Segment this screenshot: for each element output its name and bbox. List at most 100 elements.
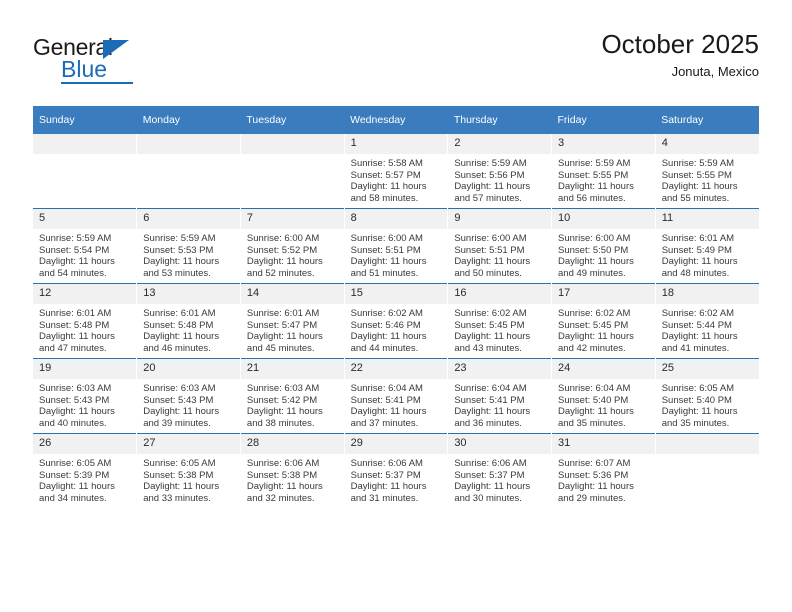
calendar-cell-day-27[interactable]: 27 Sunrise: 6:05 AM Sunset: 5:38 PM Dayligh… bbox=[136, 433, 241, 508]
page-title: October 2025 bbox=[601, 29, 759, 59]
calendar-cell-day-14[interactable]: 14 Sunrise: 6:01 AM Sunset: 5:47 PM Dayligh… bbox=[240, 283, 345, 359]
day-number bbox=[655, 434, 759, 454]
calendar-cell-day-26[interactable]: 26 Sunrise: 6:05 AM Sunset: 5:39 PM Dayligh… bbox=[33, 433, 138, 508]
sunset-text: Sunset: 5:48 PM bbox=[143, 319, 214, 331]
sunset-text: Sunset: 5:49 PM bbox=[661, 244, 732, 256]
calendar-cell-day-9[interactable]: 9 Sunrise: 6:00 AM Sunset: 5:51 PM Daylight… bbox=[447, 208, 553, 284]
sunrise-text: Sunrise: 6:04 AM bbox=[454, 383, 527, 394]
calendar-week-row: 1 Sunrise: 5:58 AM Sunset: 5:57 PM Daylight… bbox=[33, 134, 759, 209]
day-number: 25 bbox=[655, 359, 759, 379]
calendar-cell-day-17[interactable]: 17 Sunrise: 6:02 AM Sunset: 5:45 PM Dayligh… bbox=[551, 283, 656, 359]
sunset-text: Sunset: 5:55 PM bbox=[558, 169, 629, 181]
calendar-cell-day-25[interactable]: 25 Sunrise: 6:05 AM Sunset: 5:40 PM Dayligh… bbox=[655, 358, 759, 434]
sunrise-text: Sunrise: 5:59 AM bbox=[143, 233, 216, 244]
daylight-text: Daylight: 11 hours and 53 minutes. bbox=[143, 256, 220, 279]
day-details: Sunrise: 5:59 AM Sunset: 5:56 PM Daylight:… bbox=[448, 154, 551, 204]
calendar-cell-day-8[interactable]: 8 Sunrise: 6:00 AM Sunset: 5:51 PM Daylight… bbox=[344, 208, 449, 284]
calendar-cell-day-31[interactable]: 31 Sunrise: 6:07 AM Sunset: 5:36 PM Dayligh… bbox=[551, 433, 656, 508]
calendar-cell-day-29[interactable]: 29 Sunrise: 6:06 AM Sunset: 5:37 PM Dayligh… bbox=[344, 433, 449, 508]
calendar-cell-day-4[interactable]: 4 Sunrise: 5:59 AM Sunset: 5:55 PM Daylight… bbox=[655, 134, 759, 209]
calendar-cell-day-10[interactable]: 10 Sunrise: 6:00 AM Sunset: 5:50 PM Dayligh… bbox=[551, 208, 656, 284]
day-details: Sunrise: 6:06 AM Sunset: 5:37 PM Daylight:… bbox=[448, 454, 551, 504]
weekday-saturday: Saturday bbox=[655, 106, 759, 134]
day-details: Sunrise: 6:04 AM Sunset: 5:40 PM Daylight:… bbox=[552, 379, 655, 429]
daylight-text: Daylight: 11 hours and 36 minutes. bbox=[454, 406, 531, 429]
sunrise-text: Sunrise: 6:06 AM bbox=[454, 458, 527, 469]
calendar-cell-day-16[interactable]: 16 Sunrise: 6:02 AM Sunset: 5:45 PM Dayligh… bbox=[447, 283, 553, 359]
day-number: 16 bbox=[448, 284, 552, 304]
daylight-text: Daylight: 11 hours and 41 minutes. bbox=[661, 331, 738, 354]
calendar-cell-day-2[interactable]: 2 Sunrise: 5:59 AM Sunset: 5:56 PM Daylight… bbox=[447, 134, 553, 209]
sunrise-text: Sunrise: 5:58 AM bbox=[350, 158, 423, 169]
sunrise-text: Sunrise: 5:59 AM bbox=[558, 158, 631, 169]
calendar-week-row: 12 Sunrise: 6:01 AM Sunset: 5:48 PM Dayligh… bbox=[33, 283, 759, 359]
day-details: Sunrise: 6:04 AM Sunset: 5:41 PM Daylight:… bbox=[448, 379, 551, 429]
sunset-text: Sunset: 5:45 PM bbox=[454, 319, 525, 331]
sunset-text: Sunset: 5:37 PM bbox=[350, 469, 421, 481]
calendar-cell-day-22[interactable]: 22 Sunrise: 6:04 AM Sunset: 5:41 PM Dayligh… bbox=[344, 358, 449, 434]
sunset-text: Sunset: 5:50 PM bbox=[558, 244, 629, 256]
sunset-text: Sunset: 5:57 PM bbox=[350, 169, 421, 181]
calendar-week-row: 26 Sunrise: 6:05 AM Sunset: 5:39 PM Dayligh… bbox=[33, 433, 759, 508]
calendar-body: 1 Sunrise: 5:58 AM Sunset: 5:57 PM Daylight… bbox=[33, 134, 759, 508]
day-details: Sunrise: 6:01 AM Sunset: 5:48 PM Daylight:… bbox=[33, 304, 136, 354]
calendar-header-row: Sunday Monday Tuesday Wednesday Thursday… bbox=[33, 106, 759, 134]
daylight-text: Daylight: 11 hours and 57 minutes. bbox=[454, 181, 531, 204]
calendar-cell-day-20[interactable]: 20 Sunrise: 6:03 AM Sunset: 5:43 PM Dayligh… bbox=[136, 358, 241, 434]
daylight-text: Daylight: 11 hours and 31 minutes. bbox=[350, 481, 427, 504]
sunset-text: Sunset: 5:45 PM bbox=[558, 319, 629, 331]
sunrise-text: Sunrise: 6:02 AM bbox=[350, 308, 423, 319]
day-details: Sunrise: 5:59 AM Sunset: 5:55 PM Daylight:… bbox=[552, 154, 655, 204]
day-details: Sunrise: 6:01 AM Sunset: 5:48 PM Daylight:… bbox=[137, 304, 240, 354]
calendar-cell-day-18[interactable]: 18 Sunrise: 6:02 AM Sunset: 5:44 PM Dayligh… bbox=[655, 283, 759, 359]
title-block: October 2025 Jonuta, Mexico bbox=[601, 28, 759, 81]
calendar-cell-empty[interactable] bbox=[655, 433, 759, 508]
calendar-cell-day-12[interactable]: 12 Sunrise: 6:01 AM Sunset: 5:48 PM Dayligh… bbox=[33, 283, 138, 359]
calendar-cell-day-3[interactable]: 3 Sunrise: 5:59 AM Sunset: 5:55 PM Daylight… bbox=[551, 134, 656, 209]
daylight-text: Daylight: 11 hours and 30 minutes. bbox=[454, 481, 531, 504]
calendar-cell-day-15[interactable]: 15 Sunrise: 6:02 AM Sunset: 5:46 PM Dayligh… bbox=[344, 283, 449, 359]
sunset-text: Sunset: 5:54 PM bbox=[39, 244, 110, 256]
day-number: 14 bbox=[240, 284, 344, 304]
sunset-text: Sunset: 5:36 PM bbox=[558, 469, 629, 481]
day-number bbox=[33, 134, 137, 154]
daylight-text: Daylight: 11 hours and 47 minutes. bbox=[39, 331, 115, 354]
calendar-cell-empty[interactable] bbox=[33, 134, 138, 209]
calendar-cell-day-7[interactable]: 7 Sunrise: 6:00 AM Sunset: 5:52 PM Daylight… bbox=[240, 208, 345, 284]
daylight-text: Daylight: 11 hours and 35 minutes. bbox=[558, 406, 634, 429]
day-number: 8 bbox=[344, 209, 448, 229]
calendar-table: Sunday Monday Tuesday Wednesday Thursday… bbox=[33, 106, 759, 508]
day-details: Sunrise: 5:59 AM Sunset: 5:55 PM Daylight:… bbox=[656, 154, 759, 204]
day-number: 20 bbox=[137, 359, 240, 379]
calendar-cell-day-11[interactable]: 11 Sunrise: 6:01 AM Sunset: 5:49 PM Dayligh… bbox=[655, 208, 759, 284]
day-number bbox=[137, 134, 240, 154]
sunset-text: Sunset: 5:41 PM bbox=[454, 394, 525, 406]
sunset-text: Sunset: 5:48 PM bbox=[39, 319, 110, 331]
calendar-cell-day-21[interactable]: 21 Sunrise: 6:03 AM Sunset: 5:42 PM Dayligh… bbox=[240, 358, 345, 434]
calendar-cell-day-28[interactable]: 28 Sunrise: 6:06 AM Sunset: 5:38 PM Dayligh… bbox=[240, 433, 345, 508]
day-number: 26 bbox=[33, 434, 137, 454]
day-details: Sunrise: 6:02 AM Sunset: 5:44 PM Daylight:… bbox=[656, 304, 759, 354]
daylight-text: Daylight: 11 hours and 48 minutes. bbox=[661, 256, 738, 279]
day-details: Sunrise: 6:00 AM Sunset: 5:51 PM Daylight:… bbox=[345, 229, 448, 279]
calendar-cell-empty[interactable] bbox=[240, 134, 345, 209]
sunrise-text: Sunrise: 6:01 AM bbox=[143, 308, 216, 319]
sunset-text: Sunset: 5:51 PM bbox=[454, 244, 525, 256]
day-number: 19 bbox=[33, 359, 137, 379]
weekday-friday: Friday bbox=[551, 106, 656, 134]
day-number: 9 bbox=[448, 209, 552, 229]
calendar-cell-day-6[interactable]: 6 Sunrise: 5:59 AM Sunset: 5:53 PM Daylight… bbox=[136, 208, 241, 284]
calendar-cell-day-30[interactable]: 30 Sunrise: 6:06 AM Sunset: 5:37 PM Dayligh… bbox=[447, 433, 553, 508]
calendar-cell-day-19[interactable]: 19 Sunrise: 6:03 AM Sunset: 5:43 PM Dayligh… bbox=[33, 358, 138, 434]
calendar-cell-empty[interactable] bbox=[136, 134, 241, 209]
calendar-cell-day-5[interactable]: 5 Sunrise: 5:59 AM Sunset: 5:54 PM Daylight… bbox=[33, 208, 138, 284]
daylight-text: Daylight: 11 hours and 51 minutes. bbox=[350, 256, 427, 279]
calendar-cell-day-23[interactable]: 23 Sunrise: 6:04 AM Sunset: 5:41 PM Dayligh… bbox=[447, 358, 553, 434]
day-number: 2 bbox=[448, 134, 552, 154]
calendar-cell-day-13[interactable]: 13 Sunrise: 6:01 AM Sunset: 5:48 PM Dayligh… bbox=[136, 283, 241, 359]
calendar-cell-day-24[interactable]: 24 Sunrise: 6:04 AM Sunset: 5:40 PM Dayligh… bbox=[551, 358, 656, 434]
page-subtitle: Jonuta, Mexico bbox=[671, 64, 759, 79]
calendar-cell-day-1[interactable]: 1 Sunrise: 5:58 AM Sunset: 5:57 PM Daylight… bbox=[344, 134, 449, 209]
weekday-monday: Monday bbox=[136, 106, 241, 134]
sunset-text: Sunset: 5:46 PM bbox=[350, 319, 421, 331]
